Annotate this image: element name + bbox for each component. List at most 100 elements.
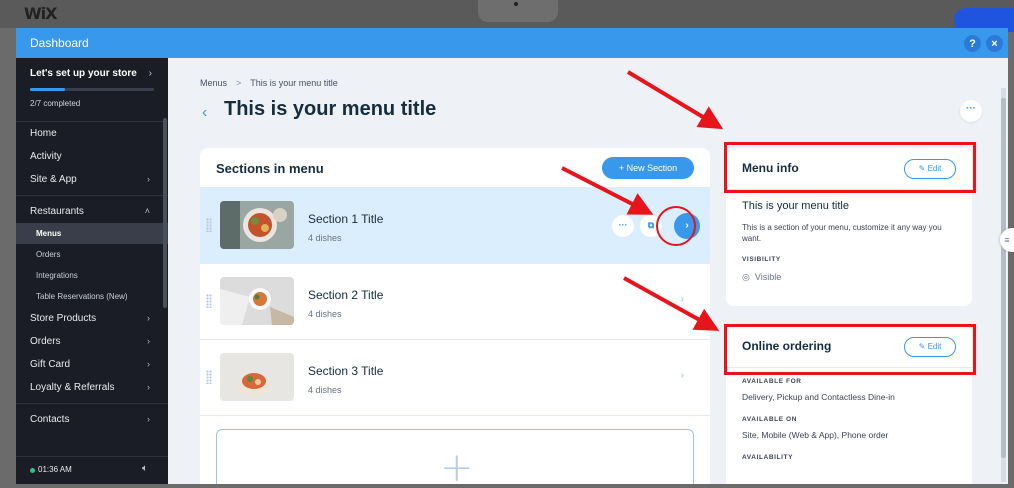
sidebar-item-label: Restaurants (30, 206, 84, 217)
add-section-area[interactable]: + (216, 429, 694, 484)
chevron-right-icon: › (147, 174, 150, 184)
breadcrumb-current: This is your menu title (250, 78, 338, 88)
sidebar-item-menus[interactable]: Menus (16, 223, 168, 244)
eye-icon: ◎ (742, 272, 750, 282)
divider (16, 195, 168, 196)
new-section-button[interactable]: + New Section (602, 157, 694, 179)
sidebar-item-label: Orders (30, 336, 61, 347)
section-row-3[interactable]: Section 3 Title 4 dishes › (200, 340, 710, 416)
chevron-right-icon[interactable]: › (681, 294, 684, 305)
chevron-right-icon: › (147, 336, 150, 346)
setup-progress-text: 2/7 completed (30, 99, 81, 108)
available-for-value: Delivery, Pickup and Contactless Dine-in (742, 392, 895, 402)
chevron-right-icon: › (148, 68, 152, 79)
main-content: Menus > This is your menu title ‹ This is … (168, 58, 1008, 484)
sidebar-item-activity[interactable]: Activity (16, 145, 168, 168)
chevron-right-icon: › (147, 382, 150, 392)
sidebar-footer: 01:36 AM 🔈︎ (16, 456, 168, 484)
section-dish-count: 4 dishes (308, 309, 342, 319)
setup-store-panel[interactable]: Let's set up your store › 2/7 completed (16, 58, 168, 122)
sidebar-item-label: Loyalty & Referrals (30, 382, 115, 393)
sidebar-item-orders-sub[interactable]: Orders (16, 244, 168, 265)
sidebar-item-site-app[interactable]: Site & App › (16, 168, 168, 191)
annotation-circle-open (656, 206, 696, 246)
chevron-up-icon: ˄ (144, 206, 150, 216)
more-actions-button[interactable]: ··· (960, 100, 982, 122)
back-arrow-icon[interactable]: ‹ (202, 104, 207, 122)
sidebar-item-label: Table Reservations (New) (36, 292, 128, 301)
title-bar: Dashboard ? × (16, 28, 1008, 58)
chevron-right-icon: › (147, 313, 150, 323)
dashboard-window: Dashboard ? × Let's set up your store › … (16, 28, 1008, 484)
visibility-value: ◎ Visible (742, 272, 781, 283)
sidebar-item-store-products[interactable]: Store Products › (16, 307, 168, 330)
editor-top-bar: WiX (0, 0, 1014, 32)
divider (16, 403, 168, 404)
sidebar-scrollbar[interactable] (163, 118, 167, 308)
section-row-2[interactable]: Section 2 Title 4 dishes › (200, 264, 710, 340)
visibility-label: VISIBILITY (742, 256, 781, 263)
sidebar-item-loyalty[interactable]: Loyalty & Referrals › (16, 376, 168, 399)
help-icon[interactable]: ? (964, 35, 981, 52)
visibility-text: Visible (754, 272, 782, 282)
section-dish-count: 4 dishes (308, 385, 342, 395)
speaker-icon[interactable]: 🔈︎ (142, 463, 148, 474)
available-for-label: AVAILABLE FOR (742, 378, 802, 385)
breadcrumb-separator: > (236, 78, 242, 88)
chevron-right-icon: › (147, 359, 150, 369)
drag-handle-icon[interactable] (206, 218, 212, 232)
breadcrumb: Menus > This is your menu title (200, 78, 338, 88)
sections-card: Sections in menu + New Section Section 1… (200, 148, 710, 484)
close-icon[interactable]: × (986, 35, 1003, 52)
menu-description: This is a section of your menu, customiz… (742, 223, 942, 243)
sidebar-item-label: Gift Card (30, 359, 71, 370)
sidebar-item-label: Store Products (30, 313, 97, 324)
sidebar-item-label: Orders (36, 250, 61, 259)
sidebar-item-label: Contacts (30, 414, 70, 425)
sidebar-item-table-reservations[interactable]: Table Reservations (New) (16, 286, 168, 307)
chevron-right-icon[interactable]: › (681, 370, 684, 381)
sidebar-item-restaurants[interactable]: Restaurants ˄ (16, 200, 168, 223)
sidebar-item-label: Site & App (30, 174, 77, 185)
sidebar-item-orders[interactable]: Orders › (16, 330, 168, 353)
editor-notch (478, 0, 558, 22)
availability-label: AVAILABILITY (742, 454, 794, 461)
more-icon[interactable]: ··· (612, 215, 634, 237)
sidebar-item-label: Home (30, 128, 57, 139)
menu-name: This is your menu title (742, 200, 849, 212)
sidebar-item-gift-card[interactable]: Gift Card › (16, 353, 168, 376)
page-title: This is your menu title (224, 98, 437, 120)
main-scrollbar[interactable] (1001, 88, 1006, 482)
drag-handle-icon[interactable] (206, 294, 212, 308)
sidebar-item-integrations[interactable]: Integrations (16, 265, 168, 286)
window-title: Dashboard (30, 36, 89, 50)
sidebar-item-label: Activity (30, 151, 62, 162)
section-thumbnail (220, 201, 294, 249)
status-dot (30, 468, 35, 473)
section-title: Section 2 Title (308, 288, 384, 302)
available-on-value: Site, Mobile (Web & App), Phone order (742, 430, 889, 440)
sections-title: Sections in menu (216, 161, 324, 176)
wix-logo: WiX (24, 4, 57, 23)
available-on-label: AVAILABLE ON (742, 416, 797, 423)
sidebar-item-label: Menus (36, 229, 62, 238)
chevron-right-icon: › (147, 414, 150, 424)
sidebar: Let's set up your store › 2/7 completed … (16, 58, 168, 484)
section-row-1[interactable]: Section 1 Title 4 dishes ··· ⧉ › (200, 188, 710, 264)
drag-handle-icon[interactable] (206, 370, 212, 384)
annotation-box-menu-info (724, 142, 976, 193)
section-dish-count: 4 dishes (308, 233, 342, 243)
setup-progress-bar (30, 88, 154, 91)
plus-icon: + (440, 445, 474, 484)
section-title: Section 1 Title (308, 212, 384, 226)
sections-header: Sections in menu + New Section (200, 148, 710, 188)
annotation-box-online-ordering (724, 324, 976, 375)
breadcrumb-root[interactable]: Menus (200, 78, 227, 88)
sidebar-item-home[interactable]: Home (16, 122, 168, 145)
section-thumbnail (220, 353, 294, 401)
section-thumbnail (220, 277, 294, 325)
sidebar-item-label: Integrations (36, 271, 78, 280)
clock-text: 01:36 AM (38, 465, 72, 474)
setup-title: Let's set up your store (30, 68, 137, 79)
sidebar-item-contacts[interactable]: Contacts › (16, 408, 168, 431)
